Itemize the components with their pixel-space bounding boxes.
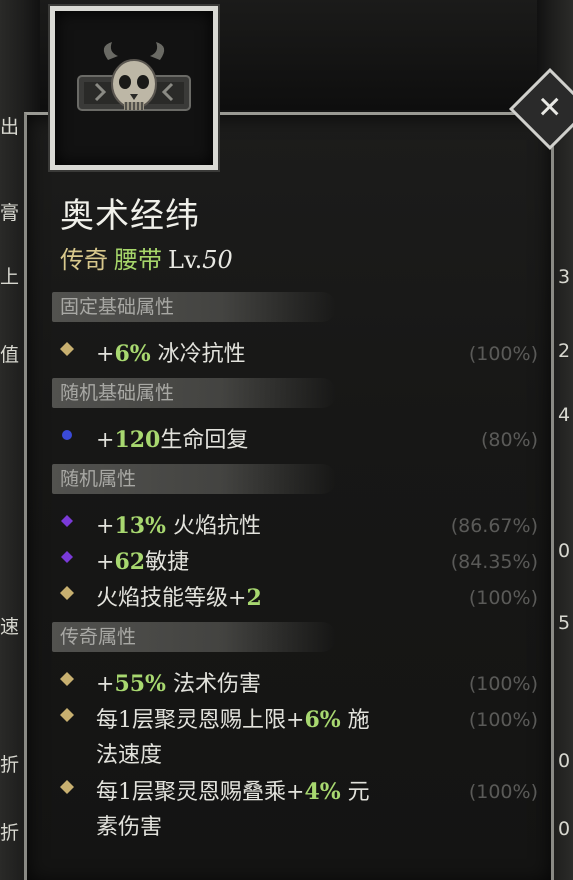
- purple-dot-bullet-icon: [60, 550, 74, 564]
- stat-row: +6% 冰冷抗性 (100%): [60, 338, 538, 370]
- section-header-legendary: 传奇属性: [52, 622, 336, 652]
- roll-percent: (100%): [468, 587, 538, 609]
- gold-diamond-bullet-icon: [60, 342, 74, 356]
- gold-diamond-bullet-icon: [60, 672, 74, 686]
- stat-row: 火焰技能等级+2 (100%): [60, 582, 538, 614]
- roll-percent: (100%): [468, 673, 538, 695]
- gold-diamond-bullet-icon: [60, 586, 74, 600]
- left-edge-text: 值: [0, 344, 20, 366]
- blue-dot-bullet-icon: [60, 428, 74, 442]
- right-edge-text: 0: [558, 540, 571, 562]
- left-edge-text: 上: [0, 266, 20, 288]
- right-edge-text: 4: [558, 404, 571, 426]
- gold-diamond-bullet-icon: [60, 780, 74, 794]
- stat-text: +6% 冰冷抗性: [96, 341, 246, 367]
- left-edge-text: 出: [0, 116, 20, 138]
- stat-row: 每1层聚灵恩赐上限+6% 施 (100%): [60, 704, 538, 736]
- roll-percent: (100%): [468, 709, 538, 731]
- stat-row: +120生命回复 (80%): [60, 424, 538, 456]
- right-edge-text: 3: [558, 266, 571, 288]
- stat-text: +120生命回复: [96, 427, 249, 453]
- item-type: 腰带: [114, 246, 162, 274]
- roll-percent: (84.35%): [450, 551, 538, 573]
- item-name: 奥术经纬: [60, 196, 200, 236]
- stat-text: 火焰技能等级+2: [96, 585, 262, 611]
- right-edge-text: 5: [558, 612, 571, 634]
- purple-dot-bullet-icon: [60, 514, 74, 528]
- item-level-prefix: Lv.: [168, 246, 203, 274]
- left-edge-text: 折: [0, 822, 20, 844]
- item-level: Lv.50: [168, 246, 233, 274]
- section-header-fixed-base: 固定基础属性: [52, 292, 336, 322]
- roll-percent: (86.67%): [450, 515, 538, 537]
- item-subtitle: 传奇 腰带 Lv.50: [60, 240, 233, 275]
- stat-text: +55% 法术伤害: [96, 671, 261, 697]
- item-rarity: 传奇: [60, 246, 108, 274]
- stat-row: 每1层聚灵恩赐叠乘+4% 元 (100%): [60, 776, 538, 808]
- left-edge-text: 膏: [0, 202, 20, 224]
- stat-text: +62敏捷: [96, 549, 190, 575]
- section-header-random: 随机属性: [52, 464, 336, 494]
- item-icon-frame: [50, 6, 218, 170]
- stat-text: 每1层聚灵恩赐上限+6% 施: [96, 707, 370, 733]
- roll-percent: (100%): [468, 343, 538, 365]
- left-edge-text: 折: [0, 754, 20, 776]
- belt-skull-icon: [77, 42, 191, 111]
- stat-text: +13% 火焰抗性: [96, 513, 261, 539]
- right-edge-text: 0: [558, 750, 571, 772]
- right-edge-text: 0: [558, 818, 571, 840]
- item-level-value: 50: [202, 246, 233, 274]
- left-edge-text: 速: [0, 616, 20, 638]
- stat-row: +13% 火焰抗性 (86.67%): [60, 510, 538, 542]
- close-icon: ✕: [537, 90, 563, 126]
- gold-diamond-bullet-icon: [60, 708, 74, 722]
- roll-percent: (80%): [480, 429, 538, 451]
- roll-percent: (100%): [468, 781, 538, 803]
- stat-text-continuation: 法速度: [96, 743, 163, 768]
- stat-row: +62敏捷 (84.35%): [60, 546, 538, 578]
- right-edge-text: 2: [558, 340, 571, 362]
- section-header-random-base: 随机基础属性: [52, 378, 336, 408]
- stat-row: +55% 法术伤害 (100%): [60, 668, 538, 700]
- stat-text: 每1层聚灵恩赐叠乘+4% 元: [96, 779, 370, 805]
- game-screen: 出 膏 上 值 速 折 折 3 2 4 0 5 0 0 ✕ 奥术经纬 传奇 腰带 L…: [0, 0, 573, 880]
- stat-text-continuation: 素伤害: [96, 815, 163, 840]
